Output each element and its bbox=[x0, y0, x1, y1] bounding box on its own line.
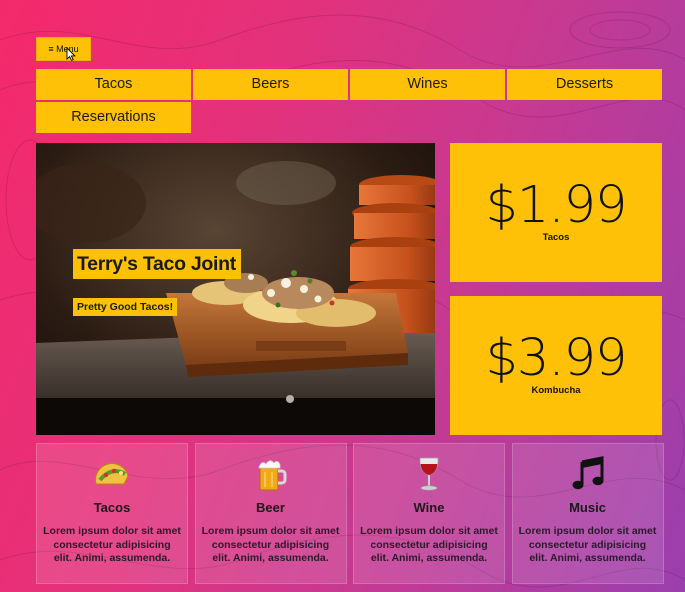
feature-title: Music bbox=[569, 500, 606, 515]
music-note-icon bbox=[572, 456, 603, 490]
hero-title: Terry's Taco Joint bbox=[73, 249, 241, 279]
hero-banner: Terry's Taco Joint Pretty Good Tacos! bbox=[36, 143, 435, 435]
feature-text: Lorem ipsum dolor sit amet consectetur a… bbox=[43, 525, 181, 564]
feature-text: Lorem ipsum dolor sit amet consectetur a… bbox=[201, 525, 340, 564]
nav-item-wines[interactable]: Wines bbox=[350, 69, 505, 100]
features-row: Tacos Lorem ipsum dolor sit amet consect… bbox=[36, 443, 664, 584]
feature-text: Lorem ipsum dolor sit amet consectetur a… bbox=[360, 525, 498, 564]
nav-item-desserts[interactable]: Desserts bbox=[507, 69, 662, 100]
wine-glass-icon bbox=[419, 457, 439, 491]
taco-icon bbox=[95, 463, 129, 485]
beer-mug-icon bbox=[258, 460, 286, 491]
feature-title: Wine bbox=[413, 500, 445, 515]
feature-tacos: Tacos Lorem ipsum dolor sit amet consect… bbox=[36, 443, 188, 584]
mouse-pointer-icon bbox=[66, 47, 76, 61]
price-label: Tacos bbox=[542, 232, 570, 243]
feature-beer: Beer Lorem ipsum dolor sit amet consecte… bbox=[194, 443, 347, 584]
hero-subtitle: Pretty Good Tacos! bbox=[73, 298, 178, 316]
feature-text: Lorem ipsum dolor sit amet consectetur a… bbox=[518, 525, 657, 564]
price-card-tacos: $1.99 Tacos bbox=[450, 143, 662, 282]
hero-image bbox=[36, 143, 435, 435]
nav-item-beers[interactable]: Beers bbox=[193, 69, 348, 100]
price-label: Kombucha bbox=[531, 385, 581, 396]
price-card-kombucha: $3.99 Kombucha bbox=[450, 296, 662, 435]
nav-item-reservations[interactable]: Reservations bbox=[36, 102, 191, 133]
price-amount: $3.99 bbox=[485, 329, 627, 388]
feature-title: Beer bbox=[256, 500, 285, 515]
feature-music: Music Lorem ipsum dolor sit amet consect… bbox=[511, 443, 664, 584]
nav-item-tacos[interactable]: Tacos bbox=[36, 69, 191, 100]
menu-button[interactable]: ≡ Menu bbox=[36, 37, 91, 61]
main-nav: Tacos Beers Wines Desserts Reservations bbox=[36, 69, 662, 133]
feature-title: Tacos bbox=[93, 500, 131, 515]
feature-wine: Wine Lorem ipsum dolor sit amet consecte… bbox=[353, 443, 505, 584]
price-amount: $1.99 bbox=[485, 176, 627, 235]
